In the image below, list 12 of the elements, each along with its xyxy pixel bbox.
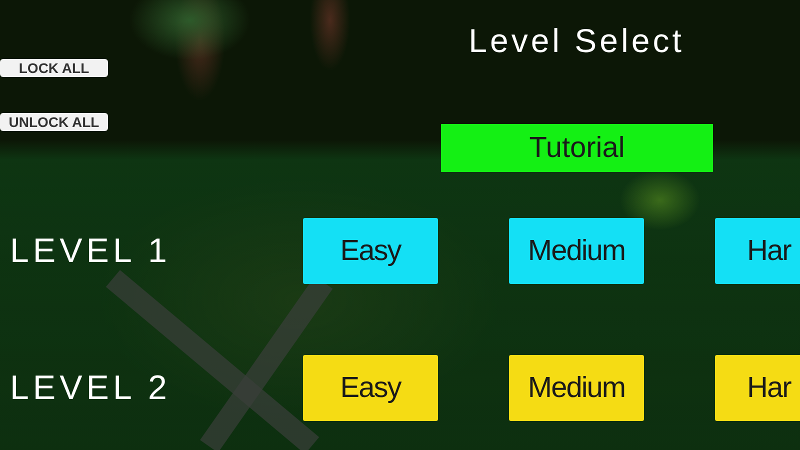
screen-title: Level Select	[468, 24, 684, 56]
unlock-all-button[interactable]: UNLOCK ALL	[0, 113, 108, 131]
lock-all-button[interactable]: LOCK ALL	[0, 59, 108, 77]
difficulty-button[interactable]: Easy	[303, 355, 438, 421]
difficulty-button[interactable]: Easy	[303, 218, 438, 284]
tutorial-button[interactable]: Tutorial	[441, 124, 713, 172]
difficulty-button[interactable]: Medium	[509, 355, 644, 421]
level-label: LEVEL 1	[9, 234, 172, 268]
difficulty-button[interactable]: Har	[715, 218, 800, 284]
difficulty-button[interactable]: Har	[715, 355, 800, 421]
level-label: LEVEL 2	[9, 371, 172, 405]
difficulty-button[interactable]: Medium	[509, 218, 644, 284]
